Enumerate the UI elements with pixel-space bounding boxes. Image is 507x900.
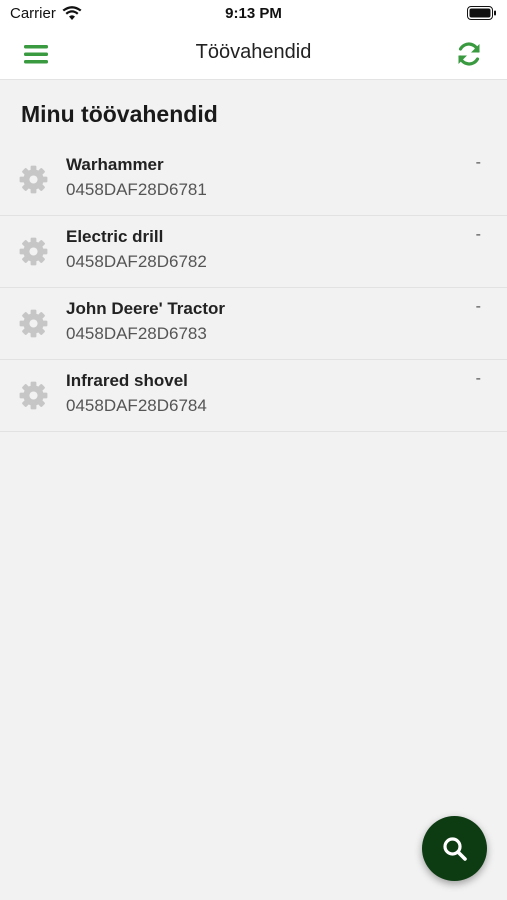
gear-icon <box>19 237 48 266</box>
tool-status: - <box>475 298 481 315</box>
search-icon <box>442 836 467 861</box>
section-title: Minu töövahendid <box>21 101 218 127</box>
tool-name: Warhammer <box>66 155 164 174</box>
gear-icon <box>19 309 48 338</box>
gear-icon <box>19 165 48 194</box>
list-item[interactable]: Infrared shovel 0458DAF28D6784 - <box>0 360 507 432</box>
tool-status: - <box>475 154 481 171</box>
tool-list: Warhammer 0458DAF28D6781 - Electric dril… <box>0 144 507 432</box>
refresh-icon[interactable] <box>455 40 483 68</box>
list-item[interactable]: Electric drill 0458DAF28D6782 - <box>0 216 507 288</box>
tool-code: 0458DAF28D6782 <box>66 252 207 271</box>
search-button[interactable] <box>422 816 487 881</box>
status-bar: Carrier 9:13 PM <box>0 0 507 28</box>
gear-icon <box>19 381 48 410</box>
tool-code: 0458DAF28D6784 <box>66 396 207 415</box>
list-item[interactable]: Warhammer 0458DAF28D6781 - <box>0 144 507 216</box>
battery-icon <box>467 6 496 20</box>
page-title: Töövahendid <box>195 41 312 63</box>
main-content: Minu töövahendid Warhammer 0458DAF28D678… <box>0 81 507 432</box>
tool-code: 0458DAF28D6781 <box>66 180 207 199</box>
tool-status: - <box>475 226 481 243</box>
tool-name: Electric drill <box>66 227 164 246</box>
tool-name: John Deere' Tractor <box>66 299 225 318</box>
navigation-bar: Töövahendid <box>0 28 507 80</box>
tool-name: Infrared shovel <box>66 371 188 390</box>
tool-code: 0458DAF28D6783 <box>66 324 207 343</box>
tool-status: - <box>475 370 481 387</box>
status-time: 9:13 PM <box>225 5 282 22</box>
list-item[interactable]: John Deere' Tractor 0458DAF28D6783 - <box>0 288 507 360</box>
